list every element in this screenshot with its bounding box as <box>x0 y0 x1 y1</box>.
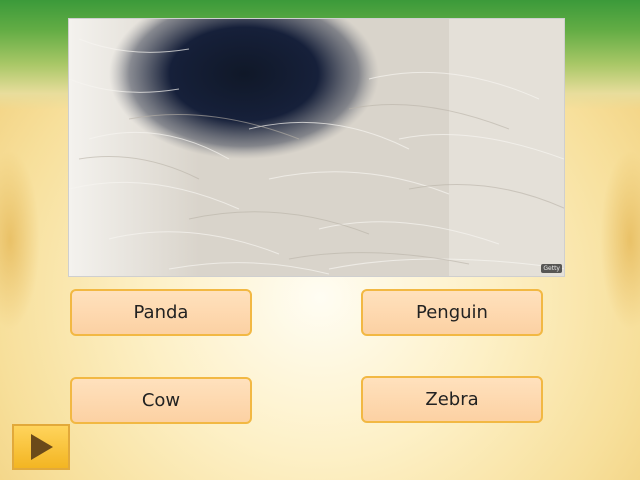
answer-button-cow[interactable]: Cow <box>70 377 252 424</box>
animal-fur-photo: Getty <box>68 18 565 277</box>
next-play-button[interactable] <box>12 424 70 470</box>
answer-button-panda[interactable]: Panda <box>70 289 252 336</box>
right-side-glow <box>600 150 640 330</box>
play-triangle-icon <box>31 434 53 460</box>
left-side-glow <box>0 150 40 330</box>
answer-button-zebra[interactable]: Zebra <box>361 376 543 423</box>
fur-texture <box>69 19 564 276</box>
answer-button-penguin[interactable]: Penguin <box>361 289 543 336</box>
photo-credit-badge: Getty <box>541 264 562 273</box>
